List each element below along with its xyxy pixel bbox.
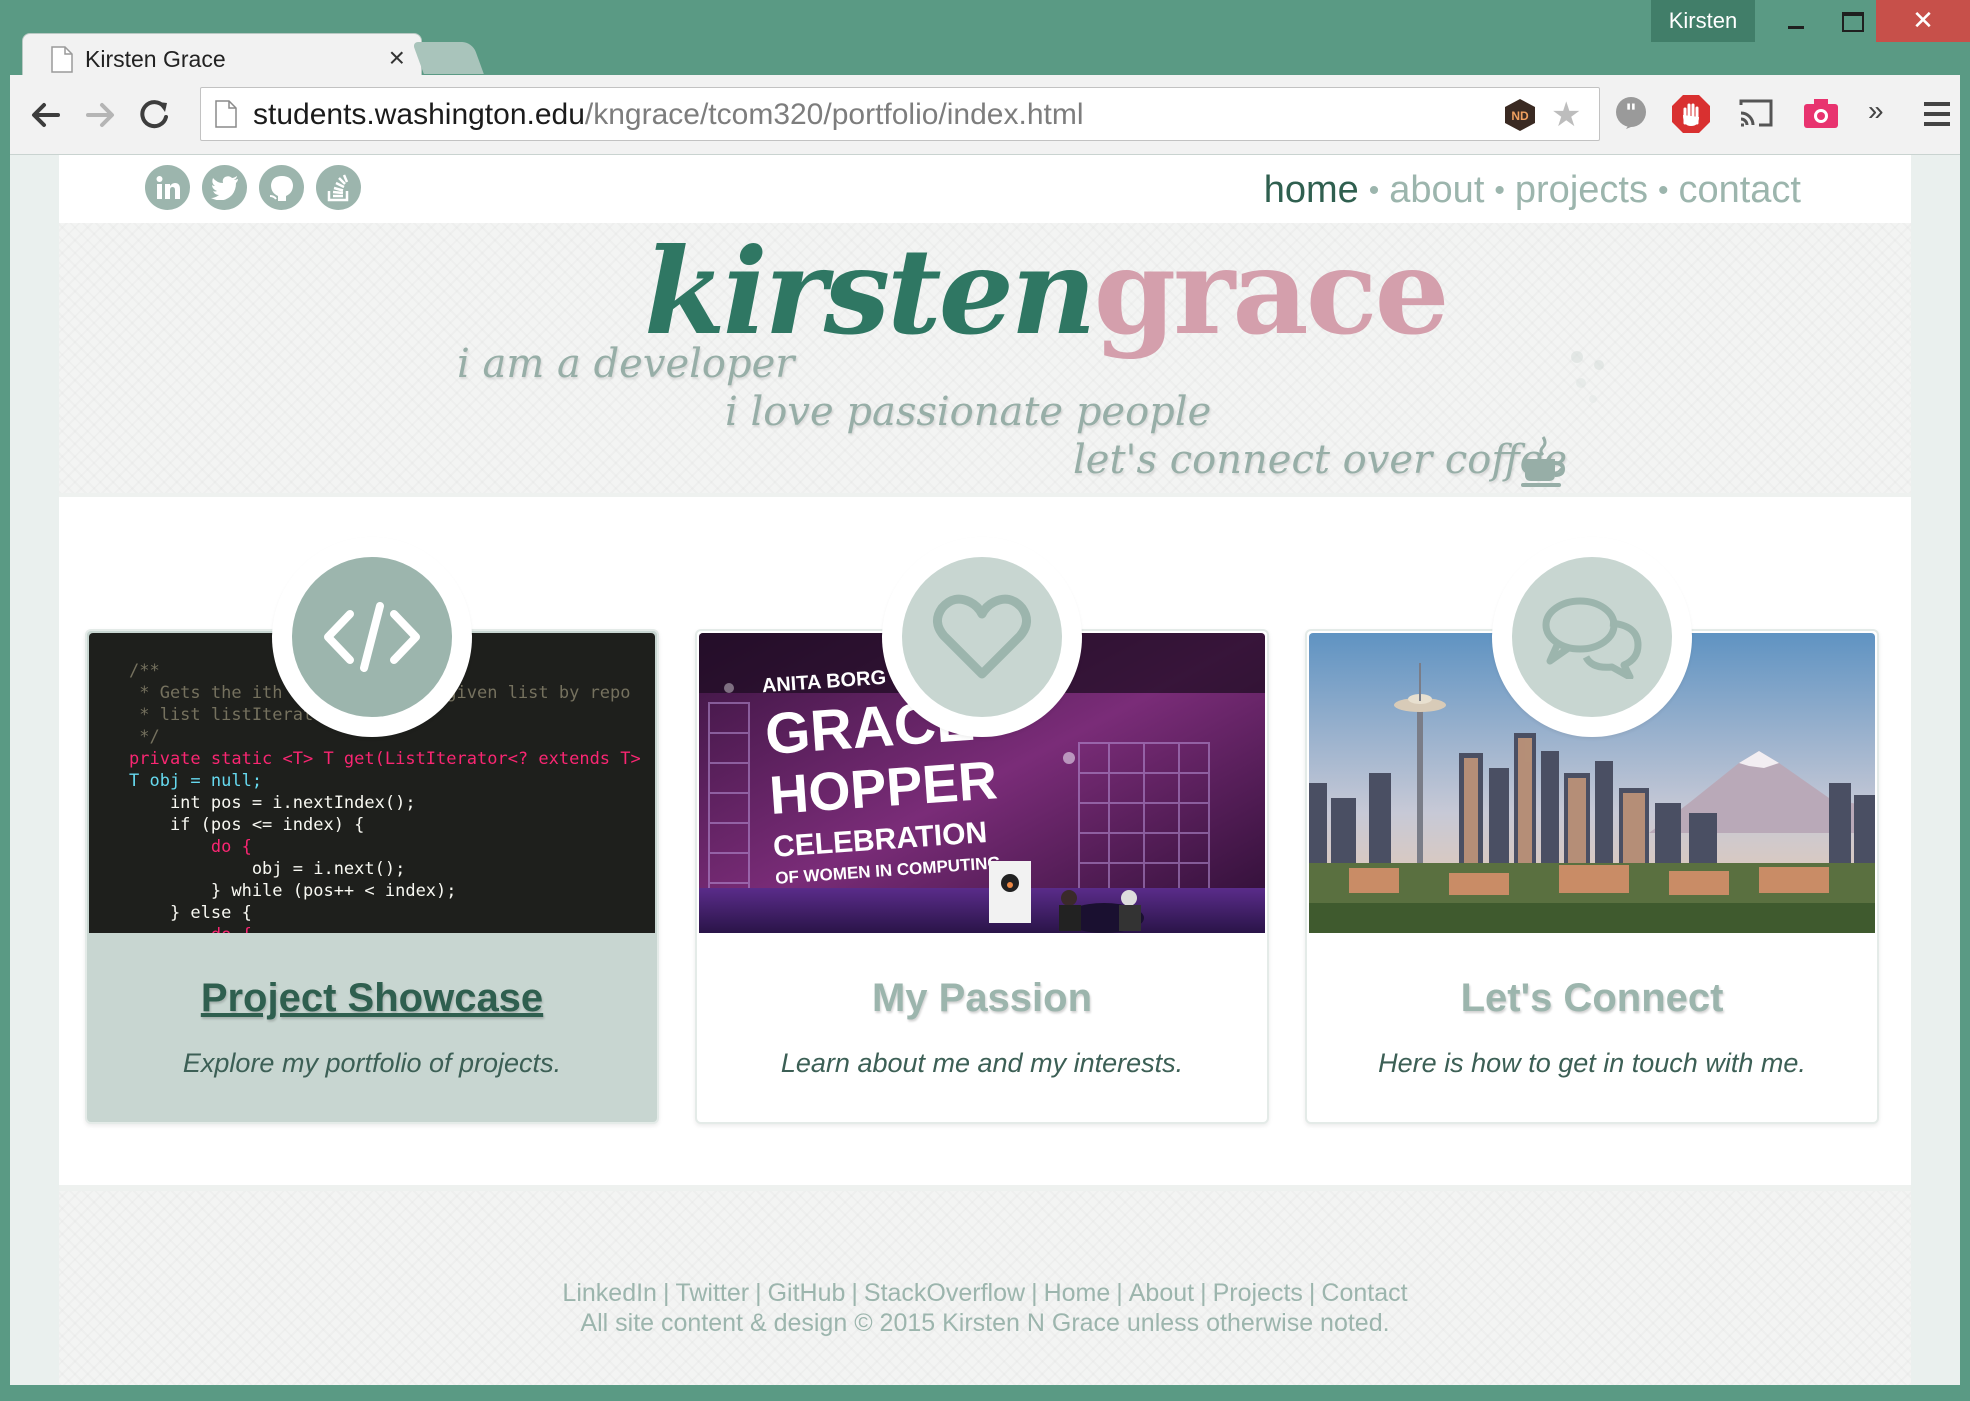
url-path: /kngrace/tcom320/portfolio/index.html xyxy=(584,98,1084,131)
nav-separator: • xyxy=(1494,173,1505,207)
steam-decoration xyxy=(1571,351,1604,403)
linkedin-icon[interactable] xyxy=(145,165,190,210)
nav-about[interactable]: about xyxy=(1389,169,1484,212)
code-line: /** xyxy=(129,661,160,681)
card-description: Explore my portfolio of projects. xyxy=(182,1048,562,1078)
footer-separator: | xyxy=(1308,1279,1316,1307)
copyright-text: All site content & design © 2015 Kirsten… xyxy=(580,1309,1390,1337)
card-description: Here is how to get in touch with me. xyxy=(1378,1048,1806,1078)
new-tab-button[interactable] xyxy=(412,42,484,74)
menu-icon[interactable] xyxy=(1916,93,1958,135)
tab-title: Kirsten Grace xyxy=(85,46,226,72)
footer-link-github[interactable]: GitHub xyxy=(768,1279,846,1307)
back-arrow-icon[interactable] xyxy=(24,93,68,137)
forward-arrow-icon[interactable] xyxy=(78,93,122,137)
card-badge[interactable] xyxy=(272,537,472,737)
nav-projects[interactable]: projects xyxy=(1515,169,1648,212)
profile-button[interactable]: Kirsten xyxy=(1651,0,1755,42)
card-badge[interactable] xyxy=(882,537,1082,737)
url-text[interactable]: students.washington.edu/kngrace/tcom320/… xyxy=(253,98,1084,132)
code-line: */ xyxy=(129,727,160,747)
maximize-button[interactable] xyxy=(1824,0,1880,42)
footer-link-projects[interactable]: Projects xyxy=(1213,1279,1303,1307)
star-icon[interactable]: ★ xyxy=(1551,96,1581,134)
page-container: home • about • projects • contact kirste… xyxy=(59,155,1911,1385)
heart-icon xyxy=(902,557,1062,717)
camera-icon[interactable] xyxy=(1800,93,1842,135)
card-title[interactable]: Project Showcase xyxy=(87,976,657,1021)
browser-viewport: home • about • projects • contact kirste… xyxy=(10,155,1960,1385)
logo-last-name: grace xyxy=(1093,222,1450,361)
code-line: } while (pos++ < index); xyxy=(129,881,457,901)
coffee-cup-icon xyxy=(1521,436,1565,487)
footer-separator: | xyxy=(755,1279,762,1307)
hero-banner: kirstengrace i am a developer i love pas… xyxy=(59,223,1911,497)
social-links xyxy=(145,165,361,210)
main-nav: home • about • projects • contact xyxy=(1264,169,1801,212)
twitter-icon[interactable] xyxy=(202,165,247,210)
code-line: * list listIterat xyxy=(129,705,314,725)
code-line: private static <T> T get(ListIterator<? … xyxy=(129,749,641,769)
nav-separator: • xyxy=(1368,173,1380,207)
code-line: obj = i.next(); xyxy=(129,859,406,879)
nd-extension-label: ND xyxy=(1511,109,1529,123)
footer-link-about[interactable]: About xyxy=(1129,1279,1194,1307)
nav-contact[interactable]: contact xyxy=(1678,169,1801,212)
card-description: Learn about me and my interests. xyxy=(780,1048,1184,1078)
code-line: int pos = i.nextIndex(); xyxy=(129,793,416,813)
code-line: do { xyxy=(129,837,252,857)
stackoverflow-icon[interactable] xyxy=(316,165,361,210)
quote-icon[interactable]: " xyxy=(1610,93,1652,135)
tagline-3: let's connect over coffee xyxy=(1073,437,1568,483)
window-close-button[interactable]: ✕ xyxy=(1876,0,1970,42)
footer-separator: | xyxy=(1200,1279,1207,1307)
footer-link-home[interactable]: Home xyxy=(1044,1279,1111,1307)
site-footer: LinkedIn | Twitter | GitHub | StackOverflow | Ho… xyxy=(59,1185,1911,1385)
chat-bubbles-icon xyxy=(1512,557,1672,717)
code-icon xyxy=(292,557,452,717)
github-icon[interactable] xyxy=(259,165,304,210)
code-line: T obj = null; xyxy=(129,771,263,791)
address-bar[interactable]: students.washington.edu/kngrace/tcom320/… xyxy=(200,87,1600,141)
code-line: if (pos <= index) { xyxy=(129,815,365,835)
nav-separator: • xyxy=(1657,173,1669,207)
site-header: home • about • projects • contact xyxy=(59,155,1911,221)
card-badge[interactable] xyxy=(1492,537,1692,737)
site-logo[interactable]: kirstengrace xyxy=(644,227,1450,357)
footer-separator: | xyxy=(1031,1279,1038,1307)
footer-link-twitter[interactable]: Twitter xyxy=(675,1279,749,1307)
footer-separator: | xyxy=(851,1279,858,1307)
footer-link-linkedin[interactable]: LinkedIn xyxy=(562,1279,657,1307)
footer-link-stackoverflow[interactable]: StackOverflow xyxy=(864,1279,1025,1307)
footer-separator: | xyxy=(1116,1279,1123,1307)
footer-link-contact[interactable]: Contact xyxy=(1321,1279,1407,1307)
reload-icon[interactable] xyxy=(132,93,176,137)
minimize-button[interactable] xyxy=(1768,0,1824,42)
tagline-1: i am a developer xyxy=(457,341,795,387)
footer-separator: | xyxy=(662,1279,670,1307)
tagline-2: i love passionate people xyxy=(725,389,1212,435)
nd-extension-icon[interactable]: ND xyxy=(1504,98,1536,132)
browser-toolbar: students.washington.edu/kngrace/tcom320/… xyxy=(10,75,1960,155)
card-title[interactable]: My Passion xyxy=(697,976,1267,1021)
card-title[interactable]: Let's Connect xyxy=(1307,976,1877,1021)
cast-icon[interactable] xyxy=(1735,93,1777,135)
chevron-more-icon[interactable]: » xyxy=(1868,95,1910,137)
stop-hand-icon[interactable] xyxy=(1670,93,1712,135)
window-titlebar: Kirsten Grace × Kirsten ✕ xyxy=(0,0,1970,83)
page-icon xyxy=(51,46,73,73)
page-icon xyxy=(215,100,237,128)
code-line: do { xyxy=(129,925,252,933)
code-line: } else { xyxy=(129,903,252,923)
url-host: students.washington.edu xyxy=(253,98,585,131)
svg-text:": " xyxy=(1625,100,1636,126)
tab-close-button[interactable]: × xyxy=(389,42,405,74)
footer-links: LinkedIn | Twitter | GitHub | StackOverflow | Ho… xyxy=(59,1279,1911,1308)
nav-home[interactable]: home xyxy=(1264,169,1359,212)
